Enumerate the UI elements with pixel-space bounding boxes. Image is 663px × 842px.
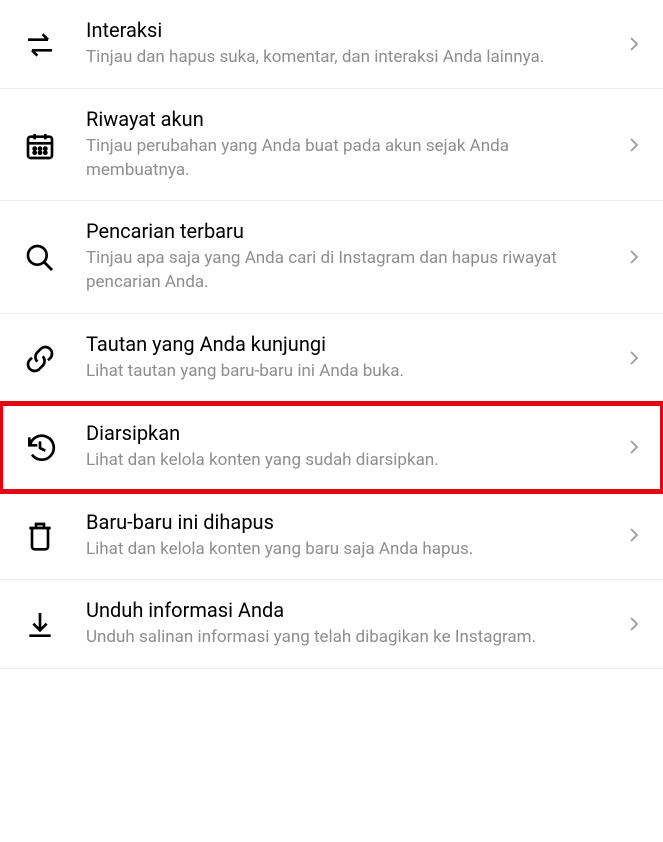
list-item-riwayat-akun[interactable]: Riwayat akun Tinjau perubahan yang Anda … [0,89,663,202]
text-block: Pencarian terbaru Tinjau apa saja yang A… [86,219,613,295]
list-item-unduh[interactable]: Unduh informasi Anda Unduh salinan infor… [0,580,663,669]
chevron-right-icon [625,35,643,53]
link-icon [20,341,60,375]
item-title: Tautan yang Anda kunjungi [86,332,613,356]
chevron-right-icon [625,615,643,633]
text-block: Tautan yang Anda kunjungi Lihat tautan y… [86,332,613,384]
text-block: Diarsipkan Lihat dan kelola konten yang … [86,421,613,473]
item-title: Pencarian terbaru [86,219,613,243]
list-item-dihapus[interactable]: Baru-baru ini dihapus Lihat dan kelola k… [0,492,663,581]
chevron-right-icon [625,526,643,544]
list-item-interaksi[interactable]: Interaksi Tinjau dan hapus suka, komenta… [0,0,663,89]
item-subtitle: Tinjau apa saja yang Anda cari di Instag… [86,247,613,295]
item-title: Unduh informasi Anda [86,598,613,622]
search-icon [20,240,60,274]
item-title: Diarsipkan [86,421,613,445]
text-block: Interaksi Tinjau dan hapus suka, komenta… [86,18,613,70]
settings-list: Interaksi Tinjau dan hapus suka, komenta… [0,0,663,669]
item-subtitle: Lihat tautan yang baru-baru ini Anda buk… [86,360,613,384]
chevron-right-icon [625,136,643,154]
calendar-icon [20,128,60,162]
chevron-right-icon [625,248,643,266]
item-subtitle: Lihat dan kelola konten yang sudah diars… [86,449,613,473]
arrows-swap-icon [20,27,60,61]
chevron-right-icon [625,349,643,367]
list-item-pencarian-terbaru[interactable]: Pencarian terbaru Tinjau apa saja yang A… [0,201,663,314]
chevron-right-icon [625,438,643,456]
list-item-tautan[interactable]: Tautan yang Anda kunjungi Lihat tautan y… [0,314,663,403]
item-title: Riwayat akun [86,107,613,131]
item-subtitle: Unduh salinan informasi yang telah dibag… [86,626,613,650]
history-icon [20,430,60,464]
item-title: Baru-baru ini dihapus [86,510,613,534]
list-item-diarsipkan[interactable]: Diarsipkan Lihat dan kelola konten yang … [0,403,663,492]
item-subtitle: Lihat dan kelola konten yang baru saja A… [86,538,613,562]
text-block: Baru-baru ini dihapus Lihat dan kelola k… [86,510,613,562]
item-title: Interaksi [86,18,613,42]
trash-icon [20,518,60,552]
text-block: Riwayat akun Tinjau perubahan yang Anda … [86,107,613,183]
download-icon [20,607,60,641]
item-subtitle: Tinjau perubahan yang Anda buat pada aku… [86,135,613,183]
item-subtitle: Tinjau dan hapus suka, komentar, dan int… [86,46,613,70]
text-block: Unduh informasi Anda Unduh salinan infor… [86,598,613,650]
